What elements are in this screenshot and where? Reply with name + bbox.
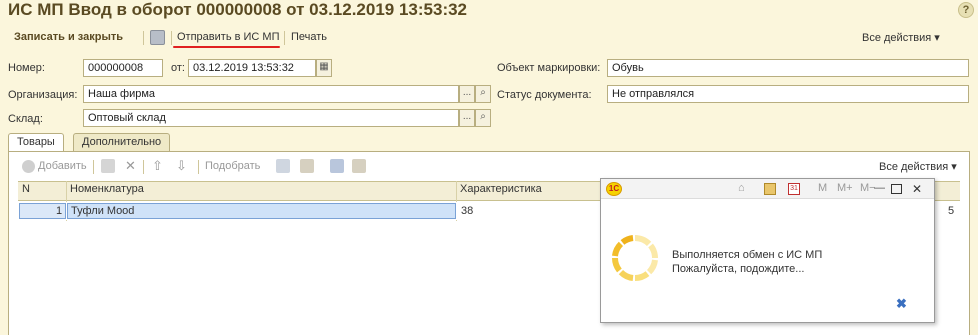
toolbar-separator: [93, 160, 94, 174]
print-button[interactable]: Печать: [291, 31, 327, 43]
row-item-value: Туфли Mood: [71, 205, 135, 217]
chevron-down-icon: ▾: [951, 161, 957, 173]
tab-goods[interactable]: Товары: [8, 133, 64, 151]
home-icon[interactable]: ⌂: [738, 182, 745, 194]
toolbar-separator: [171, 31, 172, 45]
column-header-item[interactable]: Номенклатура: [70, 183, 144, 195]
select-organization-button[interactable]: ...: [459, 85, 475, 103]
maximize-icon[interactable]: [891, 184, 902, 194]
table-all-actions-label: Все действия: [879, 161, 949, 173]
table-all-actions-button[interactable]: Все действия ▾: [879, 160, 957, 173]
save-icon[interactable]: [150, 30, 165, 45]
column-header-n[interactable]: N: [22, 183, 30, 195]
cancel-icon[interactable]: ✖: [896, 296, 907, 312]
move-down-icon[interactable]: ⇩: [176, 158, 187, 174]
all-actions-button[interactable]: Все действия ▾: [862, 31, 940, 44]
highlight-underline: [173, 46, 280, 48]
warehouse-field[interactable]: Оптовый склад: [83, 109, 459, 127]
select-warehouse-button[interactable]: ...: [459, 109, 475, 127]
add-button[interactable]: Добавить: [38, 160, 87, 172]
number-field[interactable]: 000000008: [83, 59, 163, 77]
date-label: от:: [171, 62, 185, 74]
send-to-is-mp-button[interactable]: Отправить в ИС МП: [177, 31, 279, 43]
row-last-value: 5: [948, 205, 955, 217]
add-icon: [22, 160, 35, 173]
copy-rows-icon[interactable]: [276, 159, 290, 173]
calendar-icon[interactable]: ▦: [316, 59, 332, 77]
delete-icon[interactable]: ✕: [125, 158, 136, 174]
toolbar-separator: [143, 31, 144, 45]
status-label: Статус документа:: [497, 89, 592, 101]
memory-plus-button[interactable]: M+: [837, 182, 853, 194]
memory-m-button[interactable]: M: [818, 182, 827, 194]
save-and-close-button[interactable]: Записать и закрыть: [14, 31, 123, 43]
calculator-icon[interactable]: [764, 183, 776, 195]
status-field: Не отправлялся: [607, 85, 969, 103]
row-n-value: 1: [56, 205, 63, 217]
progress-message-line2: Пожалуйста, подождите...: [672, 263, 805, 275]
1c-logo-icon: 1С: [606, 182, 622, 196]
chevron-down-icon: ▾: [934, 32, 940, 44]
object-label: Объект маркировки:: [497, 62, 601, 74]
toolbar-separator: [198, 160, 199, 174]
progress-message: Выполняется обмен с ИС МП Пожалуйста, по…: [672, 248, 822, 276]
calendar-icon[interactable]: 31: [788, 183, 800, 195]
tab-additional[interactable]: Дополнительно: [73, 133, 171, 151]
organization-field[interactable]: Наша фирма: [83, 85, 459, 103]
minimize-icon[interactable]: —: [874, 182, 885, 194]
search-icon[interactable]: ⌕: [475, 109, 491, 127]
toolbar-separator: [284, 31, 285, 45]
toolbar-separator: [143, 160, 144, 174]
paste-rows-icon[interactable]: [300, 159, 314, 173]
loading-spinner-icon: [612, 235, 658, 281]
move-up-icon[interactable]: ⇧: [152, 158, 163, 174]
organization-label: Организация:: [8, 89, 78, 101]
search-icon[interactable]: ⌕: [475, 85, 491, 103]
window-title: ИС МП Ввод в оборот 000000008 от 03.12.2…: [8, 0, 468, 19]
date-field[interactable]: 03.12.2019 13:53:32: [188, 59, 316, 77]
table-settings-icon[interactable]: [330, 159, 344, 173]
copy-icon[interactable]: [101, 159, 115, 173]
number-label: Номер:: [8, 62, 45, 74]
close-icon[interactable]: ✕: [912, 182, 922, 196]
pick-button[interactable]: Подобрать: [205, 160, 260, 172]
clipboard-icon[interactable]: [352, 159, 366, 173]
all-actions-label: Все действия: [862, 32, 932, 44]
progress-message-line1: Выполняется обмен с ИС МП: [672, 249, 823, 261]
column-header-characteristic[interactable]: Характеристика: [460, 183, 542, 195]
warehouse-label: Склад:: [8, 113, 43, 125]
object-field[interactable]: Обувь: [607, 59, 969, 77]
help-button[interactable]: ?: [958, 2, 974, 18]
row-characteristic-value: 38: [461, 205, 474, 217]
